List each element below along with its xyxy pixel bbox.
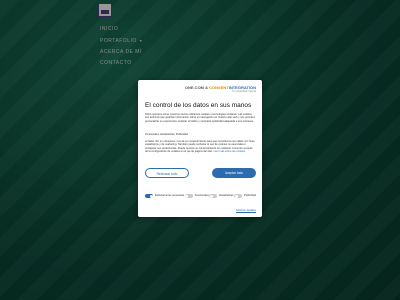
toggle-label: Estadísticas (219, 194, 234, 197)
toggle-necessary[interactable]: Estrictamente necesarias (145, 194, 184, 198)
consent-toggles: Estrictamente necesarias Funcionales Est… (145, 194, 256, 198)
toggle-functional[interactable]: Funcionales (184, 194, 209, 198)
intro-text: Tanto nosotros como nuestros socios util… (145, 113, 256, 123)
cookie-consent-dialog: ONE.COM & CONSENTINTEGRATION Tu privacid… (138, 80, 262, 217)
brand-connector: & (205, 85, 209, 90)
cookie-info-link[interactable]: Leer más sobre las cookies (214, 150, 246, 153)
toggle-statistics[interactable]: Estadísticas (209, 194, 233, 198)
reject-all-button[interactable]: Rechazar todo (145, 168, 189, 178)
toggle-label: Funcionales (194, 194, 209, 197)
brand-partner: CONSENT (209, 85, 229, 90)
show-details-link[interactable]: Mostrar detalles (236, 208, 256, 212)
accept-all-button[interactable]: Aceptar todo (212, 168, 256, 178)
toggle-label: Publicidad (244, 194, 256, 197)
toggle-switch-icon[interactable] (209, 194, 218, 198)
details-text: Al hacer clic en «Aceptar», nos da su co… (145, 140, 256, 153)
toggle-marketing[interactable]: Publicidad (234, 194, 256, 198)
purposes-text: Funcionales, Estadísticas, Publicidad (145, 133, 188, 136)
dialog-title: El control de los datos en sus manos (145, 102, 252, 109)
toggle-label: Estrictamente necesarias (155, 194, 185, 197)
brand-tagline: Tu privacidad importa (232, 90, 256, 93)
toggle-switch-icon[interactable] (184, 194, 193, 198)
brand-prefix: ONE.COM (184, 85, 205, 90)
toggle-switch-icon[interactable] (145, 194, 153, 198)
toggle-switch-icon[interactable] (234, 194, 243, 198)
consent-brand: ONE.COM & CONSENTINTEGRATION Tu privacid… (185, 85, 256, 93)
